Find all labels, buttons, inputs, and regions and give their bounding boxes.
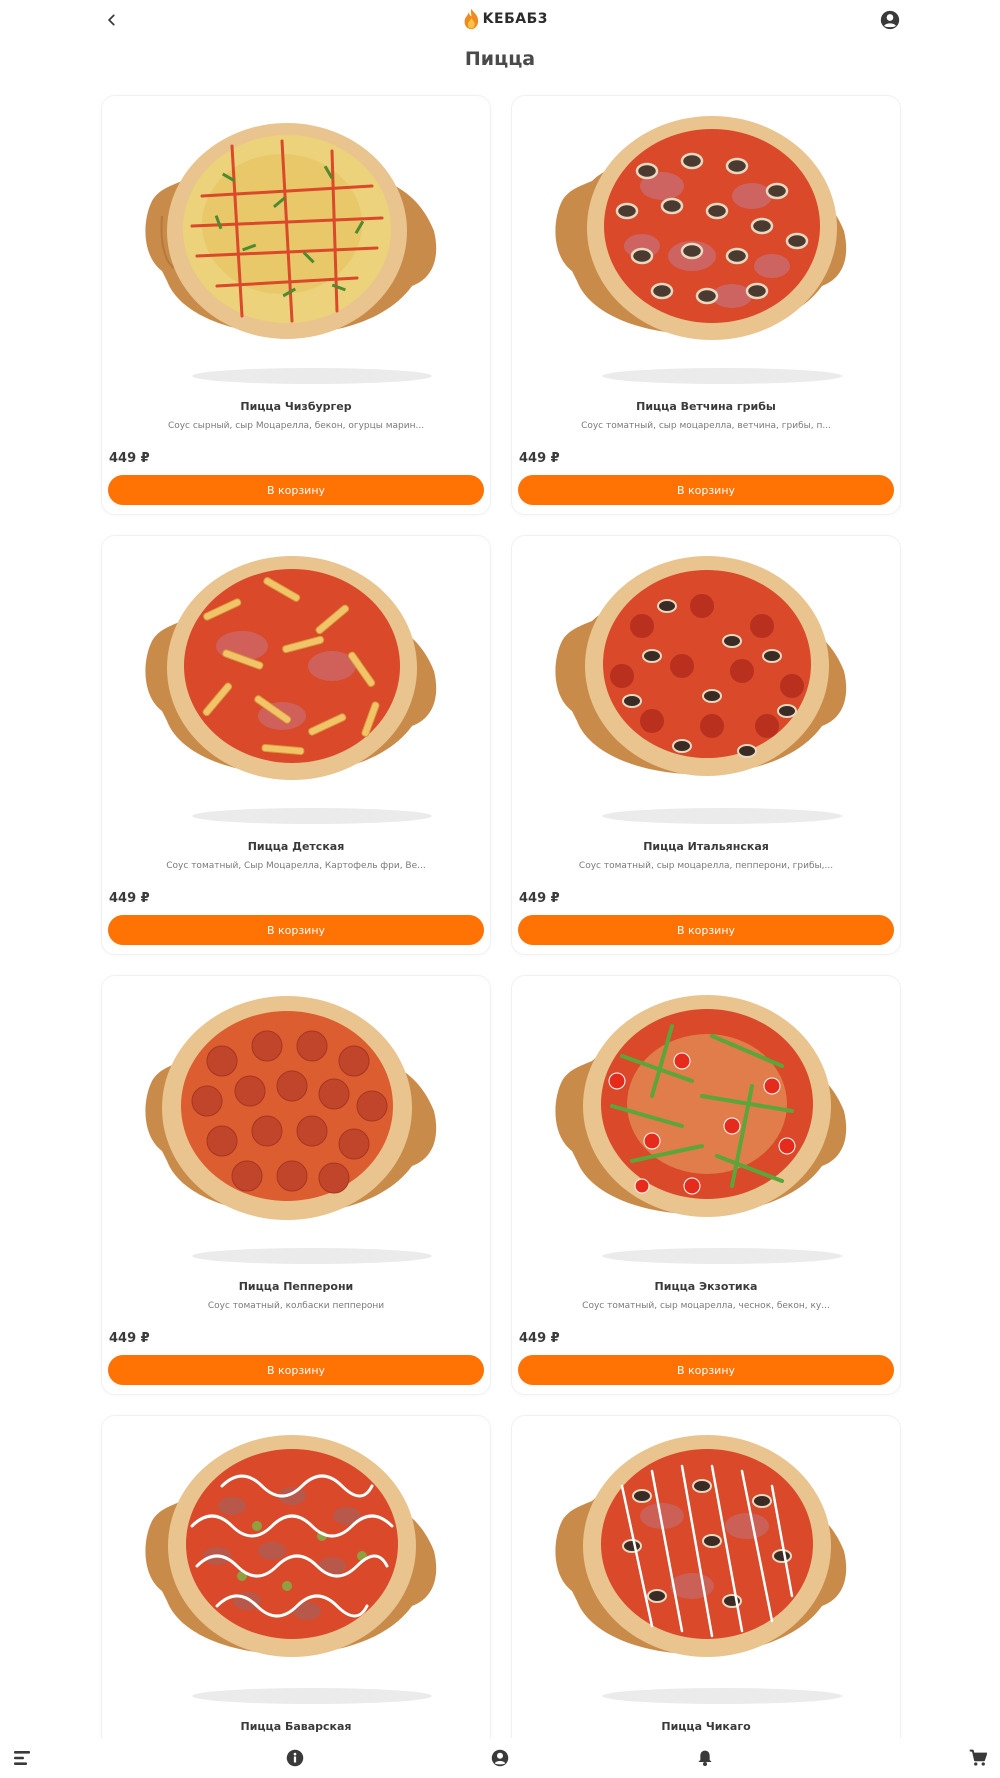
- brand-logo[interactable]: KEБAБ3: [462, 4, 548, 34]
- product-image: [555, 995, 847, 1264]
- product-name: Пицца Пепперони: [238, 1280, 354, 1293]
- account-circle-icon: [880, 10, 900, 30]
- chevron-left-icon: [108, 14, 115, 26]
- product-price: 449 ₽: [519, 1331, 560, 1346]
- nav-profile[interactable]: [489, 1747, 511, 1769]
- product-image: [555, 116, 847, 384]
- product-image: [555, 556, 847, 824]
- product-card[interactable]: Пицца Детская Соус томатный, Сыр Моцарел…: [101, 535, 491, 955]
- product-card[interactable]: Пицца Пепперони Соус томатный, колбаски …: [101, 975, 491, 1395]
- product-name: Пицца Ветчина грибы: [636, 400, 776, 413]
- product-card[interactable]: Пицца Чизбургер Соус сырный, сыр Моцарел…: [101, 95, 491, 515]
- nav-notifications[interactable]: [694, 1747, 716, 1769]
- product-description: Соус сырный, сыр Моцарелла, бекон, огурц…: [167, 421, 425, 431]
- product-price: 449 ₽: [109, 1331, 150, 1346]
- add-to-cart-button[interactable]: В корзину: [518, 475, 894, 505]
- product-description: Соус томатный, сыр моцарелла, ветчина, г…: [581, 421, 831, 431]
- menu-icon: [14, 1751, 30, 1765]
- product-image: [145, 1435, 437, 1704]
- bell-icon: [698, 1750, 712, 1766]
- product-name: Пицца Детская: [247, 840, 345, 853]
- product-name: Пицца Экзотика: [654, 1280, 758, 1293]
- product-card[interactable]: Пицца Экзотика Соус томатный, сыр моцаре…: [511, 975, 901, 1395]
- product-card[interactable]: Пицца Ветчина грибы Соус томатный, сыр м…: [511, 95, 901, 515]
- product-price: 449 ₽: [109, 891, 150, 906]
- nav-menu[interactable]: [12, 1747, 34, 1769]
- nav-cart[interactable]: [967, 1747, 989, 1769]
- account-circle-icon: [491, 1749, 509, 1767]
- product-card[interactable]: Пицца Баварская: [101, 1415, 491, 1778]
- product-card[interactable]: Пицца Чикаго: [511, 1415, 901, 1778]
- product-image: [145, 123, 437, 384]
- cart-icon: [969, 1749, 987, 1766]
- product-price: 449 ₽: [519, 891, 560, 906]
- product-name: Пицца Чикаго: [661, 1720, 751, 1733]
- product-description: Соус томатный, сыр моцарелла, чеснок, бе…: [582, 1301, 830, 1311]
- add-to-cart-button[interactable]: В корзину: [108, 475, 484, 505]
- product-description: Соус томатный, Сыр Моцарелла, Картофель …: [166, 861, 426, 871]
- product-image: [145, 996, 437, 1264]
- page-title: Пицца: [464, 48, 536, 70]
- product-description: Соус томатный, колбаски пепперони: [207, 1301, 385, 1311]
- product-image: [145, 556, 437, 824]
- product-card[interactable]: Пицца Итальянская Соус томатный, сыр моц…: [511, 535, 901, 955]
- bottom-navigation: [0, 1738, 1000, 1778]
- add-to-cart-button[interactable]: В корзину: [518, 1355, 894, 1385]
- profile-button[interactable]: [878, 8, 902, 32]
- top-app-bar: KEБAБ3: [0, 0, 1000, 40]
- product-price: 449 ₽: [519, 451, 560, 466]
- info-icon: [286, 1749, 304, 1767]
- product-name: Пицца Чизбургер: [240, 400, 352, 413]
- add-to-cart-button[interactable]: В корзину: [108, 915, 484, 945]
- nav-info[interactable]: [284, 1747, 306, 1769]
- product-description: Соус томатный, сыр моцарелла, пепперони,…: [578, 861, 834, 871]
- flame-logo-icon: [464, 8, 479, 30]
- add-to-cart-button[interactable]: В корзину: [518, 915, 894, 945]
- product-price: 449 ₽: [109, 451, 150, 466]
- product-image: [555, 1435, 847, 1704]
- back-button[interactable]: [100, 8, 124, 32]
- product-name: Пицца Баварская: [240, 1720, 352, 1733]
- logo-text: KEБAБ3: [482, 11, 548, 27]
- add-to-cart-button[interactable]: В корзину: [108, 1355, 484, 1385]
- product-name: Пицца Итальянская: [643, 840, 769, 853]
